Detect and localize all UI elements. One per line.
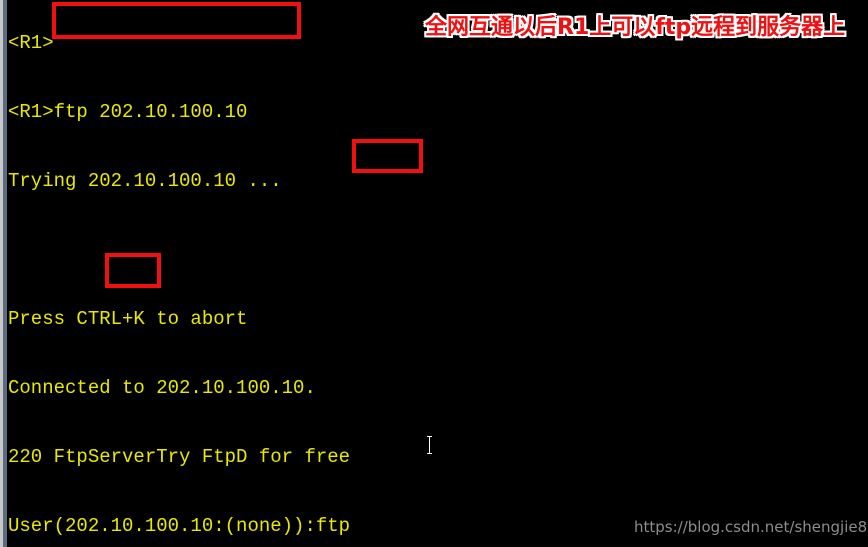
scrollbar-track[interactable] (0, 0, 7, 547)
watermark: https://blog.csdn.net/shengjie87 (634, 518, 868, 536)
terminal-line: Connected to 202.10.100.10. (8, 377, 316, 399)
terminal-line: Trying 202.10.100.10 ... (8, 170, 282, 192)
terminal-line: <R1>ftp 202.10.100.10 (8, 101, 248, 123)
scrollbar-thumb[interactable] (3, 0, 7, 547)
terminal-screen: <R1> <R1>ftp 202.10.100.10 Trying 202.10… (0, 0, 868, 547)
terminal-line: Press CTRL+K to abort (8, 308, 248, 330)
terminal-output[interactable]: <R1> <R1>ftp 202.10.100.10 Trying 202.10… (8, 0, 864, 547)
terminal-line: 220 FtpServerTry FtpD for free (8, 446, 351, 468)
annotation-text: 全网互通以后R1上可以ftp远程到服务器上 (425, 15, 846, 40)
